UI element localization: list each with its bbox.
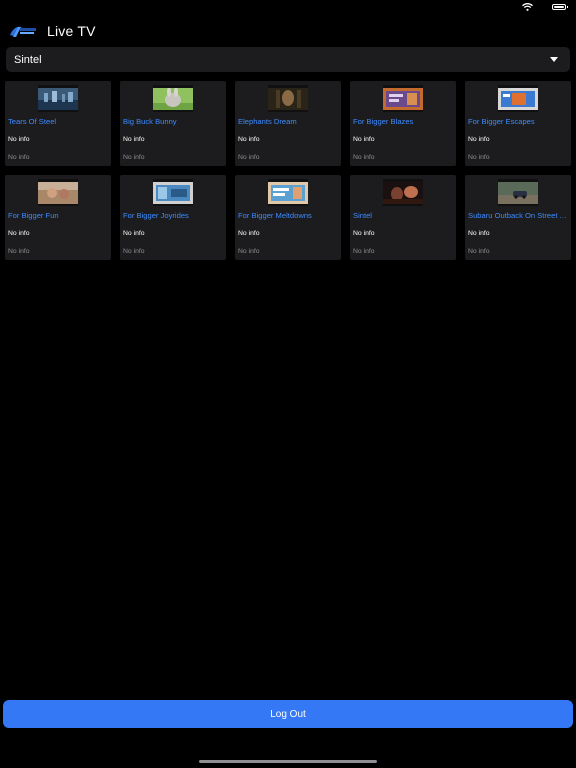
- channel-card[interactable]: For Bigger Blazes No info No info: [350, 81, 456, 166]
- card-subinfo: No info: [353, 248, 375, 255]
- card-info: No info: [468, 230, 490, 237]
- card-title: For Bigger Fun: [8, 211, 59, 220]
- thumbnail-image: [268, 87, 308, 110]
- card-title: Sintel: [353, 211, 372, 220]
- channel-card[interactable]: For Bigger Escapes No info No info: [465, 81, 571, 166]
- channel-card[interactable]: For Bigger Meltdowns No info No info: [235, 175, 341, 260]
- thumbnail-image: [38, 87, 78, 110]
- thumbnail: [268, 85, 308, 112]
- channel-card[interactable]: Elephants Dream No info No info: [235, 81, 341, 166]
- card-title: For Bigger Joyrides: [123, 211, 189, 220]
- card-info: No info: [8, 230, 30, 237]
- streaming-logo-icon: [10, 26, 36, 37]
- card-subinfo: No info: [353, 154, 375, 161]
- card-info: No info: [468, 136, 490, 143]
- thumbnail: [38, 85, 78, 112]
- card-subinfo: No info: [8, 248, 30, 255]
- thumbnail: [153, 85, 193, 112]
- page-title: Live TV: [47, 23, 96, 39]
- card-subinfo: No info: [123, 248, 145, 255]
- thumbnail-image: [38, 181, 78, 204]
- card-info: No info: [8, 136, 30, 143]
- thumbnail-image: [268, 181, 308, 204]
- card-info: No info: [238, 136, 260, 143]
- card-subinfo: No info: [468, 154, 490, 161]
- channel-selector[interactable]: Sintel: [6, 47, 570, 72]
- thumbnail-image: [153, 87, 193, 110]
- home-indicator: [199, 760, 377, 763]
- status-bar: [0, 0, 576, 16]
- card-subinfo: No info: [123, 154, 145, 161]
- card-title: Subaru Outback On Street And Dirt: [468, 211, 569, 220]
- card-info: No info: [123, 136, 145, 143]
- card-info: No info: [353, 230, 375, 237]
- card-title: For Bigger Blazes: [353, 117, 414, 126]
- channel-card[interactable]: Subaru Outback On Street And Dirt No inf…: [465, 175, 571, 260]
- header: Live TV: [8, 20, 96, 42]
- card-subinfo: No info: [238, 248, 260, 255]
- card-title: Tears Of Steel: [8, 117, 57, 126]
- card-title: For Bigger Escapes: [468, 117, 535, 126]
- thumbnail: [153, 179, 193, 206]
- chevron-down-icon: [550, 57, 558, 62]
- thumbnail-image: [498, 87, 538, 110]
- card-title: For Bigger Meltdowns: [238, 211, 312, 220]
- channel-card[interactable]: For Bigger Fun No info No info: [5, 175, 111, 260]
- thumbnail: [383, 179, 423, 206]
- channel-card[interactable]: Sintel No info No info: [350, 175, 456, 260]
- thumbnail: [268, 179, 308, 206]
- channel-grid: Tears Of Steel No info No info Big Buck …: [5, 81, 572, 260]
- thumbnail: [498, 85, 538, 112]
- battery-icon: [552, 4, 568, 10]
- card-info: No info: [238, 230, 260, 237]
- thumbnail: [38, 179, 78, 206]
- card-info: No info: [123, 230, 145, 237]
- card-info: No info: [353, 136, 375, 143]
- thumbnail-image: [383, 181, 423, 204]
- thumbnail: [383, 85, 423, 112]
- card-subinfo: No info: [238, 154, 260, 161]
- channel-card[interactable]: Big Buck Bunny No info No info: [120, 81, 226, 166]
- card-subinfo: No info: [468, 248, 490, 255]
- card-title: Big Buck Bunny: [123, 117, 177, 126]
- card-subinfo: No info: [8, 154, 30, 161]
- thumbnail-image: [498, 181, 538, 204]
- logout-button[interactable]: Log Out: [3, 700, 573, 728]
- channel-card[interactable]: For Bigger Joyrides No info No info: [120, 175, 226, 260]
- thumbnail-image: [153, 181, 193, 204]
- channel-card[interactable]: Tears Of Steel No info No info: [5, 81, 111, 166]
- selector-value: Sintel: [14, 53, 42, 66]
- card-title: Elephants Dream: [238, 117, 297, 126]
- thumbnail: [498, 179, 538, 206]
- thumbnail-image: [383, 87, 423, 110]
- wifi-icon: [522, 3, 533, 11]
